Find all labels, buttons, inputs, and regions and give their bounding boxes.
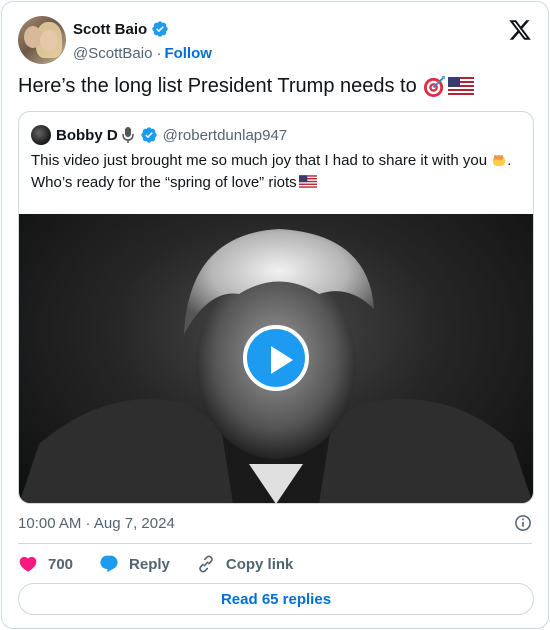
author-avatar[interactable]: [18, 16, 66, 64]
video-thumbnail[interactable]: [19, 214, 533, 503]
timestamp-row: 10:00 AM · Aug 7, 2024: [18, 512, 532, 534]
heart-icon: [19, 556, 37, 572]
read-replies-label: Read 65 replies: [220, 590, 332, 608]
tweet-card: Scott Baio @ScottBaio · Follow Here’s th…: [1, 1, 549, 629]
tweet-text: Here’s the long list President Trump nee…: [18, 72, 532, 100]
author-names: Scott Baio @ScottBaio · Follow: [73, 18, 212, 64]
quoted-author-avatar[interactable]: [31, 125, 51, 145]
quoted-author-name[interactable]: Bobby D: [56, 127, 118, 144]
divider: [18, 543, 532, 544]
quoted-author-handle[interactable]: @robertdunlap947: [163, 127, 287, 144]
tweet-timestamp[interactable]: 10:00 AM · Aug 7, 2024: [18, 515, 175, 532]
like-count: 700: [48, 555, 74, 573]
us-flag-emoji-icon: [447, 77, 474, 95]
copy-link-label: Copy link: [225, 555, 294, 573]
author-handle[interactable]: @ScottBaio: [73, 45, 152, 62]
tweet-header: Scott Baio @ScottBaio · Follow: [18, 16, 532, 66]
verified-badge-icon: [152, 21, 168, 37]
reply-button[interactable]: Reply: [99, 554, 170, 574]
target-emoji-icon: [423, 75, 445, 97]
copy-link-button[interactable]: Copy link: [196, 554, 294, 574]
info-icon[interactable]: [514, 514, 532, 532]
verified-badge-icon: [140, 127, 157, 143]
tweet-text-body: Here’s the long list President Trump nee…: [18, 75, 417, 97]
quoted-tweet-header: Bobby D @robertdunlap947: [31, 124, 287, 146]
us-flag-emoji-icon: [298, 175, 317, 188]
play-icon: [271, 346, 293, 374]
read-replies-button[interactable]: Read 65 replies: [18, 583, 534, 615]
microphone-icon: [121, 127, 134, 143]
quoted-tweet[interactable]: Bobby D @robertdunlap947 This video just…: [18, 111, 534, 504]
reply-bubble-icon: [100, 555, 118, 573]
link-icon: [199, 555, 213, 573]
author-display-name[interactable]: Scott Baio: [73, 21, 147, 38]
action-bar: 700 Reply Copy link: [18, 552, 532, 576]
follow-button[interactable]: Follow: [164, 45, 212, 62]
quoted-tweet-text: This video just brought me so much joy t…: [31, 150, 521, 194]
reply-label: Reply: [129, 555, 170, 573]
like-button[interactable]: 700: [18, 554, 73, 574]
x-logo-icon[interactable]: [508, 18, 532, 42]
play-button[interactable]: [243, 325, 309, 391]
fist-emoji-icon: [493, 155, 506, 166]
handle-separator: ·: [156, 44, 162, 62]
quoted-text-part1: This video just brought me so much joy t…: [31, 152, 488, 169]
